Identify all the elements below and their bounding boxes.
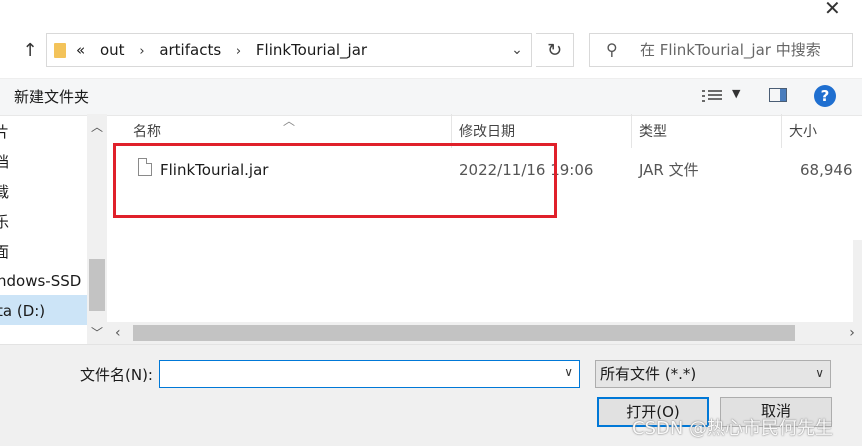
chevron-right-icon[interactable]: › — [236, 44, 241, 59]
chevron-down-icon[interactable]: ∨ — [815, 366, 824, 380]
file-type-select[interactable]: 所有文件 (*.*) ∨ — [595, 360, 831, 388]
vertical-scrollbar-track[interactable] — [853, 240, 862, 322]
nav-item-data-d[interactable]: ta (D:) — [0, 302, 45, 320]
command-toolbar: 新建文件夹 ▼ ? — [0, 78, 862, 116]
help-icon[interactable]: ? — [814, 85, 836, 107]
scroll-down-icon[interactable]: ﹀ — [87, 324, 107, 341]
nav-scrollbar[interactable]: ︿ ﹀ — [87, 114, 107, 344]
filename-field[interactable]: ∨ — [159, 360, 580, 388]
column-divider[interactable] — [781, 114, 782, 148]
preview-pane-icon[interactable] — [769, 88, 787, 102]
horizontal-scrollbar[interactable]: ‹ — [107, 322, 862, 344]
refresh-icon[interactable]: ↻ — [536, 33, 574, 67]
view-options-icon[interactable] — [702, 88, 722, 104]
column-header-type[interactable]: 类型 — [639, 114, 667, 148]
watermark-text: CSDN @热心市民何先生 — [632, 418, 834, 439]
up-arrow-icon[interactable]: ↑ — [18, 38, 42, 64]
scrollbar-thumb[interactable] — [89, 259, 105, 311]
sort-ascending-icon: ︿ — [283, 114, 296, 128]
nav-item[interactable]: 乐 — [0, 211, 9, 232]
close-button[interactable]: ✕ — [824, 0, 841, 18]
nav-item[interactable]: 档 — [0, 151, 9, 172]
search-icon: ⚲ — [606, 40, 618, 59]
column-divider[interactable] — [631, 114, 632, 148]
nav-item-windows-ssd[interactable]: ndows-SSD ( — [0, 272, 92, 290]
breadcrumb-flinktourial-jar[interactable]: FlinkTourial_jar — [256, 41, 367, 59]
scroll-left-icon[interactable]: ‹ — [115, 322, 121, 344]
file-type: JAR 文件 — [639, 161, 699, 179]
nav-item[interactable]: 载 — [0, 181, 9, 202]
highlight-annotation-box — [113, 143, 557, 218]
breadcrumb-out[interactable]: out — [100, 41, 125, 59]
chevron-right-icon[interactable]: › — [139, 44, 144, 59]
column-header-size[interactable]: 大小 — [789, 114, 817, 148]
scrollbar-thumb[interactable] — [133, 325, 795, 341]
nav-item[interactable]: 面 — [0, 241, 9, 262]
address-bar[interactable]: « out › artifacts › FlinkTourial_jar ⌄ — [46, 33, 532, 67]
chevron-down-icon[interactable]: ∨ — [564, 365, 573, 379]
file-type-value: 所有文件 (*.*) — [600, 365, 697, 383]
chevron-down-icon[interactable]: ⌄ — [503, 34, 532, 66]
nav-item[interactable]: 片 — [0, 121, 9, 142]
search-box[interactable]: ⚲ 在 FlinkTourial_jar 中搜索 — [589, 33, 853, 67]
breadcrumb-artifacts[interactable]: artifacts — [159, 41, 221, 59]
chevron-down-icon[interactable]: ▼ — [732, 87, 740, 100]
search-placeholder[interactable]: 在 FlinkTourial_jar 中搜索 — [640, 34, 821, 66]
filename-label: 文件名(N): — [80, 366, 153, 384]
file-size: 68,946 — [800, 161, 853, 179]
scroll-up-icon[interactable]: ︿ — [87, 118, 107, 135]
folder-icon — [54, 43, 66, 58]
breadcrumb: « out › artifacts › FlinkTourial_jar — [76, 34, 377, 66]
scroll-right-icon[interactable]: › — [842, 322, 862, 344]
new-folder-button[interactable]: 新建文件夹 — [14, 79, 89, 115]
breadcrumb-overflow[interactable]: « — [76, 41, 85, 59]
filename-input[interactable] — [160, 361, 548, 387]
